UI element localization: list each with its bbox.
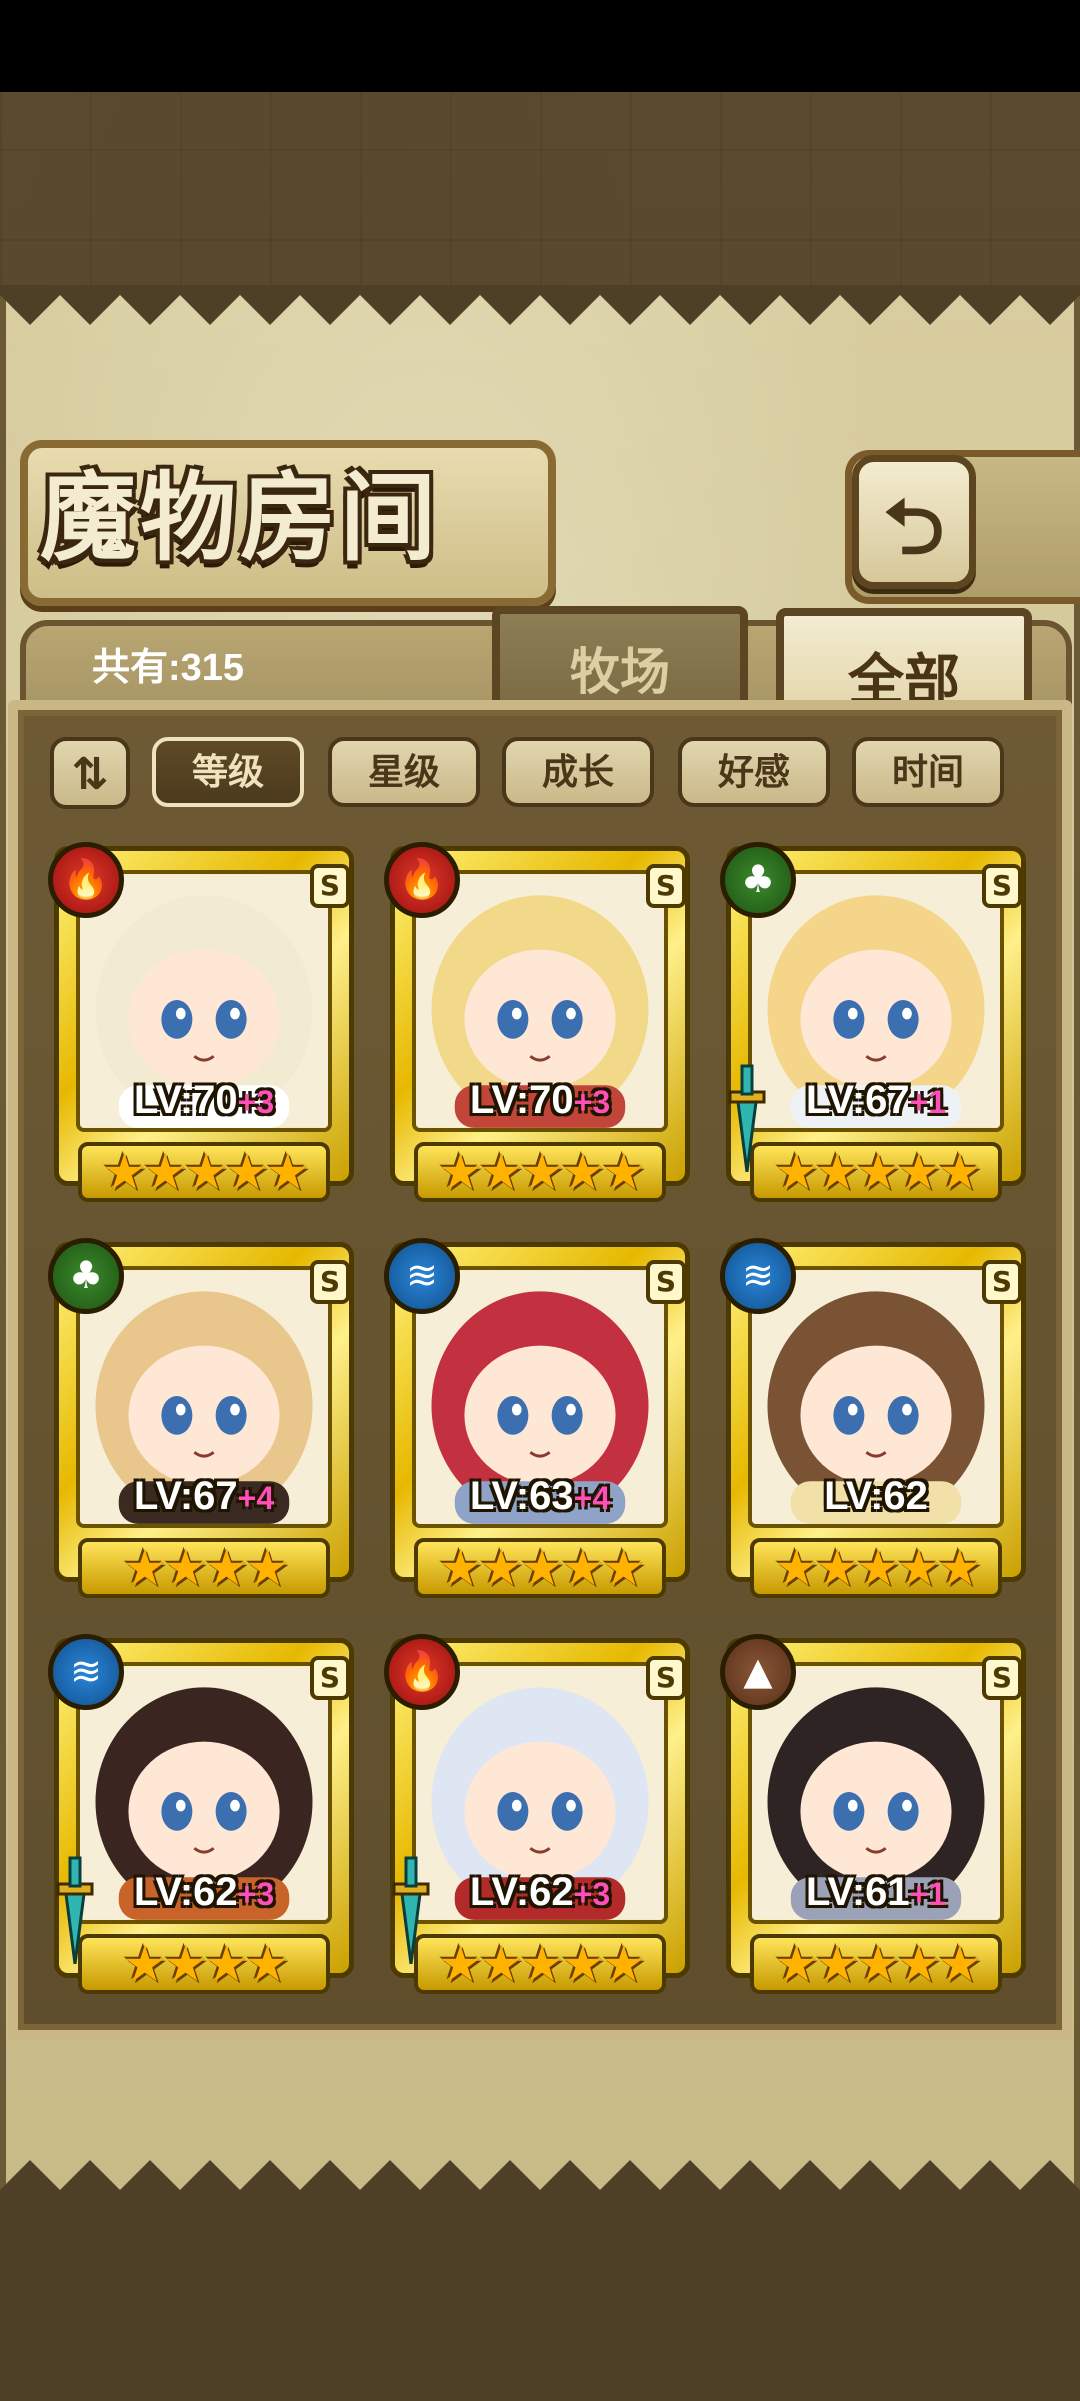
element-earth-icon: ▲ (720, 1634, 796, 1710)
element-fire-icon: 🔥 (384, 842, 460, 918)
star-rating: ★★★★★ (773, 1539, 982, 1597)
monster-level: LV:62+3 (412, 1870, 668, 1915)
monster-level: LV:62 (748, 1474, 1004, 1519)
element-fire-icon: 🔥 (48, 842, 124, 918)
monster-level: LV:67+1 (748, 1078, 1004, 1123)
sort-level-button[interactable]: 等级 (152, 737, 304, 807)
level-plus: +1 (909, 1876, 947, 1912)
level-value: LV:67 (805, 1078, 910, 1122)
element-leaf-icon: ♣ (720, 842, 796, 918)
zigzag-border-top (0, 285, 1080, 325)
level-value: LV:62 (133, 1870, 238, 1914)
level-value: LV:70 (469, 1078, 574, 1122)
element-water-icon: ≋ (720, 1238, 796, 1314)
tab-pasture-label: 牧场 (570, 642, 670, 701)
level-value: LV:63 (469, 1474, 574, 1518)
monster-card[interactable]: ≋ S LV:62 ★★★★★ (720, 1238, 1032, 1608)
level-plus: +3 (573, 1084, 611, 1120)
star-rating: ★★★★ (122, 1935, 289, 1993)
sort-growth-button[interactable]: 成长 (502, 737, 654, 807)
monster-card[interactable]: 🔥 S LV:62+3 ★★★★★ (384, 1634, 696, 2004)
level-value: LV:62 (469, 1870, 574, 1914)
monster-level: LV:63+4 (412, 1474, 668, 1519)
sort-order-button[interactable]: ⇅ (50, 737, 130, 809)
monster-count: 共有:315 (92, 647, 245, 689)
element-leaf-icon: ♣ (48, 1238, 124, 1314)
level-value: LV:61 (805, 1870, 910, 1914)
element-water-icon: ≋ (384, 1238, 460, 1314)
monster-card[interactable]: ♣ S LV:67+4 ★★★★ (48, 1238, 360, 1608)
monster-card[interactable]: ≋ S LV:63+4 ★★★★★ (384, 1238, 696, 1608)
status-bar (0, 0, 1080, 92)
sort-order-icon: ⇅ (71, 749, 109, 800)
level-plus: +1 (909, 1084, 947, 1120)
weapon-sword-icon (728, 1064, 766, 1172)
level-value: LV:70 (133, 1078, 238, 1122)
level-plus: +4 (573, 1480, 611, 1516)
monster-level: LV:67+4 (76, 1474, 332, 1519)
star-rating: ★★★★★ (437, 1143, 646, 1201)
page-title: 魔物房间 (40, 461, 440, 574)
star-rating: ★★★★★ (773, 1143, 982, 1201)
star-rating: ★★★★★ (437, 1539, 646, 1597)
monster-level: LV:70+3 (76, 1078, 332, 1123)
element-water-icon: ≋ (48, 1634, 124, 1710)
grade-badge: S (646, 1260, 686, 1304)
grade-badge: S (646, 1656, 686, 1700)
monster-card[interactable]: ▲ S LV:61+1 ★★★★★ (720, 1634, 1032, 2004)
star-rating: ★★★★★ (101, 1143, 310, 1201)
back-arrow-icon: ⮌ (883, 482, 945, 571)
sort-time-button[interactable]: 时间 (852, 737, 1004, 807)
weapon-sword-icon (56, 1856, 94, 1964)
grade-badge: S (982, 1260, 1022, 1304)
level-plus: +3 (573, 1876, 611, 1912)
level-plus: +3 (237, 1084, 275, 1120)
level-plus: +3 (237, 1876, 275, 1912)
monster-card[interactable]: ♣ S LV:67+1 ★★★★★ (720, 842, 1032, 1212)
grade-badge: S (646, 864, 686, 908)
grade-badge: S (310, 1656, 350, 1700)
back-button[interactable]: ⮌ (852, 455, 976, 589)
monster-card[interactable]: 🔥 S LV:70+3 ★★★★★ (48, 842, 360, 1212)
level-value: LV:67 (133, 1474, 238, 1518)
level-plus: +4 (237, 1480, 275, 1516)
element-fire-icon: 🔥 (384, 1634, 460, 1710)
grade-badge: S (310, 1260, 350, 1304)
monster-level: LV:61+1 (748, 1870, 1004, 1915)
monster-level: LV:70+3 (412, 1078, 668, 1123)
star-rating: ★★★★ (122, 1539, 289, 1597)
sort-star-button[interactable]: 星级 (328, 737, 480, 807)
grade-badge: S (982, 864, 1022, 908)
weapon-sword-icon (392, 1856, 430, 1964)
grade-badge: S (982, 1656, 1022, 1700)
zigzag-border-bottom (0, 2160, 1080, 2210)
star-rating: ★★★★★ (773, 1935, 982, 1993)
sort-affection-button[interactable]: 好感 (678, 737, 830, 807)
grade-badge: S (310, 864, 350, 908)
level-value: LV:62 (824, 1474, 928, 1518)
monster-card[interactable]: ≋ S LV:62+3 ★★★★ (48, 1634, 360, 2004)
map-footer (0, 2205, 1080, 2401)
monster-level: LV:62+3 (76, 1870, 332, 1915)
star-rating: ★★★★★ (437, 1935, 646, 1993)
monster-card[interactable]: 🔥 S LV:70+3 ★★★★★ (384, 842, 696, 1212)
